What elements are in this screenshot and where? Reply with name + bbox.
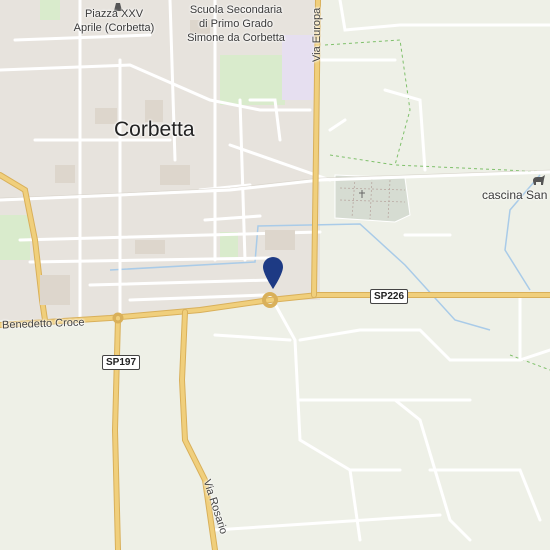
road-shield-sp226: SP226 [370,289,409,304]
road-shield-sp197: SP197 [102,355,141,370]
piazza-line1: Piazza XXV [84,8,144,20]
piazza-line2: Aprile (Corbetta) [73,22,155,34]
park-area [0,215,30,260]
poi-label-piazza[interactable]: Piazza XXV Aprile (Corbetta) [64,7,164,35]
park-area [40,0,60,20]
school-line2: di Primo Grado [199,18,273,30]
map-canvas[interactable]: Piazza XXV Aprile (Corbetta) Scuola Seco… [0,0,550,550]
town-label[interactable]: Corbetta [114,118,195,142]
school-line3: Simone da Corbetta [187,32,285,44]
cemetery-area [334,174,411,223]
location-pin-icon[interactable] [261,256,285,290]
road-label-via-europa: Via Europa [311,7,323,62]
poi-label-cascina[interactable]: cascina San [482,188,547,202]
poi-label-school[interactable]: Scuola Secondaria di Primo Grado Simone … [176,3,296,45]
farm-icon[interactable] [532,174,546,186]
park-area [220,55,285,105]
school-line1: Scuola Secondaria [189,4,283,16]
